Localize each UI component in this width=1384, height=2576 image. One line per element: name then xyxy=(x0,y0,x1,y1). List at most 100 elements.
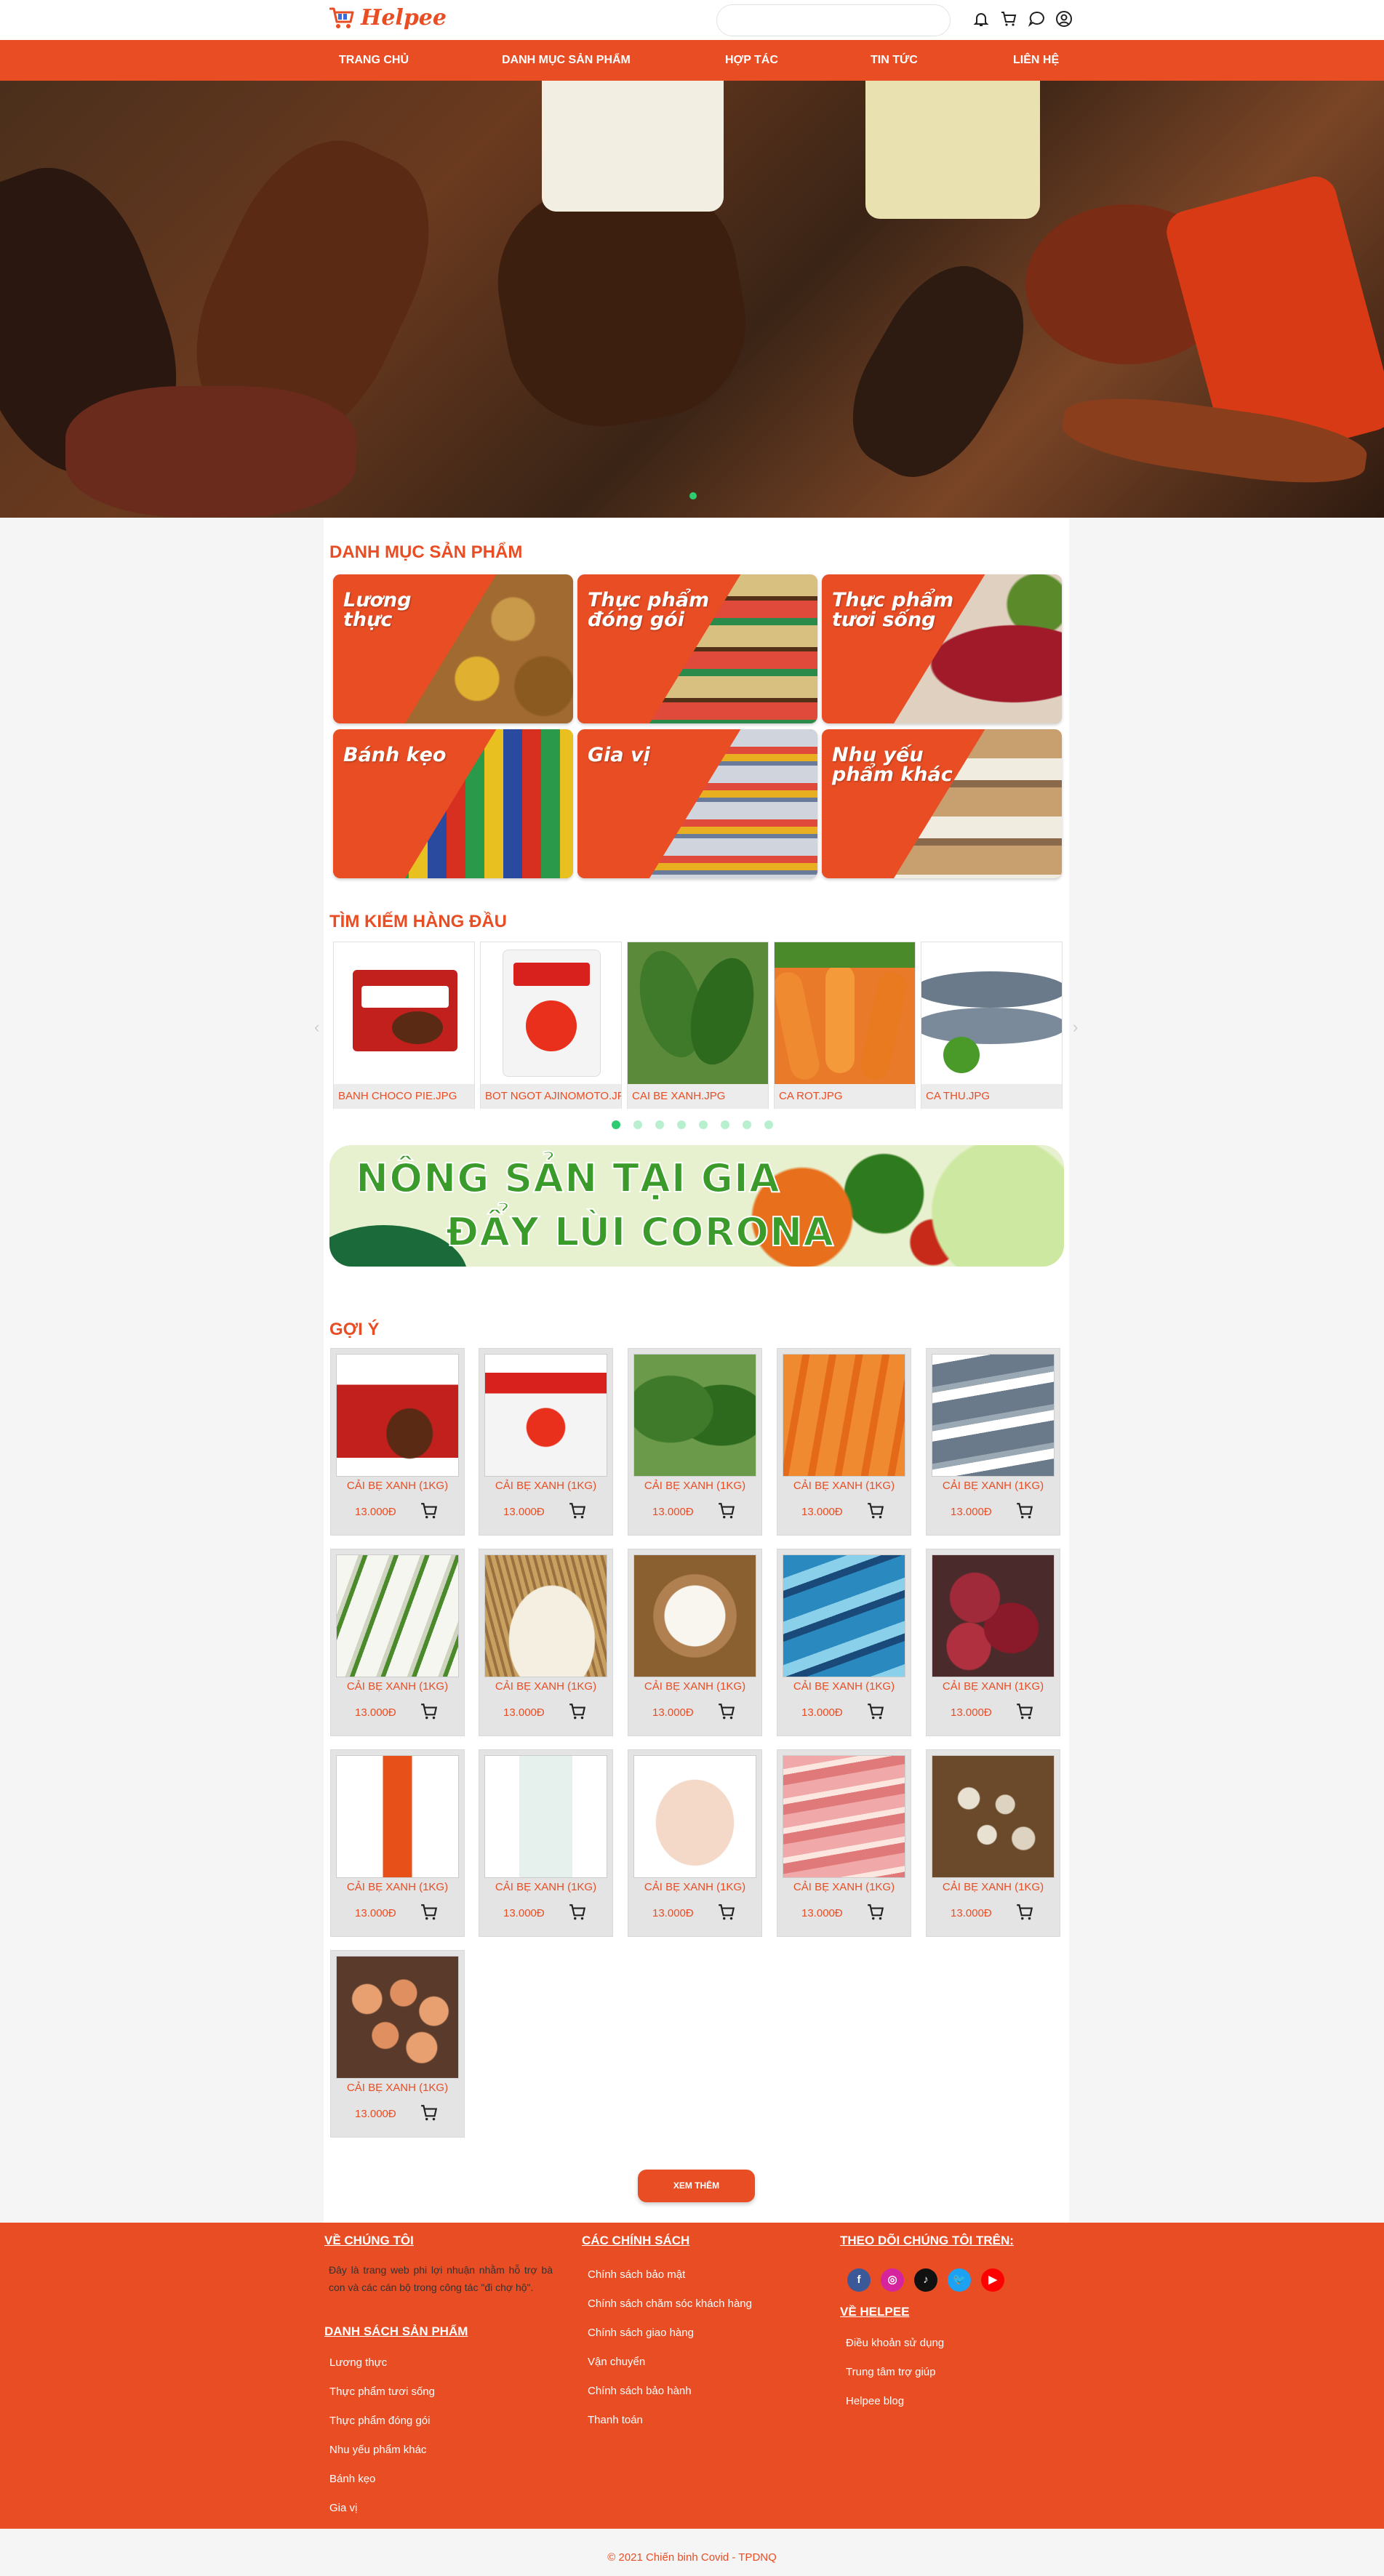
user-icon[interactable] xyxy=(1055,10,1073,28)
footer-link[interactable]: Gia vị xyxy=(329,2502,357,2514)
footer-link[interactable]: Thực phẩm đóng gói xyxy=(329,2415,430,2427)
promo-line-1: NÔNG SẢN TẠI GIA xyxy=(355,1155,780,1202)
category-card-thuc-pham-tuoi-song[interactable]: Thực phẩm tươi sống xyxy=(822,574,1062,723)
hero-banner[interactable] xyxy=(0,81,1384,518)
product-price: 13.000Đ xyxy=(503,1506,545,1518)
product-card[interactable]: CẢI BẸ XANH (1KG) 13.000Đ xyxy=(926,1549,1060,1736)
product-card[interactable]: CẢI BẸ XANH (1KG) 13.000Đ xyxy=(777,1749,911,1937)
cart-icon[interactable] xyxy=(1000,10,1017,28)
add-to-cart-icon[interactable] xyxy=(866,1903,885,1922)
category-card-thuc-pham-dong-goi[interactable]: Thực phẩm đóng gói xyxy=(577,574,817,723)
add-to-cart-icon[interactable] xyxy=(420,1702,439,1721)
add-to-cart-icon[interactable] xyxy=(866,1702,885,1721)
product-card[interactable]: CẢI BẸ XANH (1KG) 13.000Đ xyxy=(330,1348,465,1536)
category-card-luong-thuc[interactable]: Lương thực xyxy=(333,574,573,723)
product-price: 13.000Đ xyxy=(951,1907,992,1919)
footer-link[interactable]: Vận chuyển xyxy=(588,2356,645,2368)
bell-icon[interactable] xyxy=(972,10,990,28)
footer-link[interactable]: Chính sách bảo mật xyxy=(588,2268,685,2281)
top-search-card[interactable]: CA ROT.JPG xyxy=(774,942,916,1109)
copyright: © 2021 Chiến binh Covid - TPDNQ xyxy=(607,2551,777,2564)
footer-link[interactable]: Chính sách bảo hành xyxy=(588,2385,692,2397)
footer-products-title: DANH SÁCH SẢN PHẨM xyxy=(324,2324,468,2338)
top-search-card[interactable]: CA THU.JPG xyxy=(921,942,1063,1109)
product-image-ajinomoto xyxy=(484,1354,607,1477)
pagination-dot[interactable] xyxy=(633,1120,642,1129)
category-card-banh-keo[interactable]: Bánh kẹo xyxy=(333,729,573,878)
instagram-icon[interactable]: ◎ xyxy=(881,2268,904,2292)
top-search-caption: CA ROT.JPG xyxy=(775,1084,915,1109)
chat-icon[interactable] xyxy=(1028,10,1045,28)
product-card[interactable]: CẢI BẸ XANH (1KG) 13.000Đ xyxy=(777,1549,911,1736)
footer-link[interactable]: Nhu yếu phẩm khác xyxy=(329,2444,426,2456)
nav-contact[interactable]: LIÊN HỆ xyxy=(1013,40,1059,81)
nav-partnership[interactable]: HỢP TÁC xyxy=(725,40,778,81)
add-to-cart-icon[interactable] xyxy=(420,2103,439,2122)
add-to-cart-icon[interactable] xyxy=(717,1903,736,1922)
add-to-cart-icon[interactable] xyxy=(1015,1501,1034,1520)
product-card[interactable]: CẢI BẸ XANH (1KG) 13.000Đ xyxy=(628,1749,762,1937)
add-to-cart-icon[interactable] xyxy=(717,1702,736,1721)
prev-arrow-icon[interactable]: ‹ xyxy=(314,1018,319,1037)
pagination-dot[interactable] xyxy=(743,1120,751,1129)
product-image-mustard-greens xyxy=(628,942,768,1084)
top-search-card[interactable]: CAI BE XANH.JPG xyxy=(627,942,769,1109)
footer-link[interactable]: Lương thực xyxy=(329,2356,387,2369)
add-to-cart-icon[interactable] xyxy=(568,1702,587,1721)
footer-link[interactable]: Chính sách chăm sóc khách hàng xyxy=(588,2298,752,2310)
product-card[interactable]: CẢI BẸ XANH (1KG) 13.000Đ xyxy=(777,1348,911,1536)
pagination-dot[interactable] xyxy=(699,1120,708,1129)
nav-home[interactable]: TRANG CHỦ xyxy=(339,40,409,81)
add-to-cart-icon[interactable] xyxy=(1015,1903,1034,1922)
nav-news[interactable]: TIN TỨC xyxy=(871,40,918,81)
youtube-icon[interactable]: ▶ xyxy=(981,2268,1004,2292)
product-card[interactable]: CẢI BẸ XANH (1KG) 13.000Đ xyxy=(330,1950,465,2138)
pagination-dot[interactable] xyxy=(677,1120,686,1129)
footer-link[interactable]: Chính sách giao hàng xyxy=(588,2327,694,2339)
hero-slide-dot[interactable] xyxy=(689,492,697,499)
product-card[interactable]: CẢI BẸ XANH (1KG) 13.000Đ xyxy=(479,1749,613,1937)
next-arrow-icon[interactable]: › xyxy=(1073,1018,1078,1037)
category-label: Lương thực xyxy=(343,589,412,631)
product-price: 13.000Đ xyxy=(652,1706,694,1719)
pagination-dot[interactable] xyxy=(612,1120,620,1129)
footer-link[interactable]: Bánh kẹo xyxy=(329,2473,375,2485)
see-more-button[interactable]: XEM THÊM xyxy=(638,2170,755,2202)
add-to-cart-icon[interactable] xyxy=(568,1903,587,1922)
add-to-cart-icon[interactable] xyxy=(420,1903,439,1922)
nav-categories[interactable]: DANH MỤC SẢN PHẨM xyxy=(502,40,631,81)
footer-link[interactable]: Thực phẩm tươi sống xyxy=(329,2386,435,2398)
promo-banner[interactable]: NÔNG SẢN TẠI GIA ĐẨY LÙI CORONA xyxy=(329,1145,1064,1267)
footer-link[interactable]: Thanh toán xyxy=(588,2414,643,2426)
add-to-cart-icon[interactable] xyxy=(866,1501,885,1520)
product-card[interactable]: CẢI BẸ XANH (1KG) 13.000Đ xyxy=(479,1348,613,1536)
product-card[interactable]: CẢI BẸ XANH (1KG) 13.000Đ xyxy=(628,1549,762,1736)
add-to-cart-icon[interactable] xyxy=(717,1501,736,1520)
product-card[interactable]: CẢI BẸ XANH (1KG) 13.000Đ xyxy=(330,1749,465,1937)
top-search-card[interactable]: BANH CHOCO PIE.JPG xyxy=(333,942,475,1109)
product-card[interactable]: CẢI BẸ XANH (1KG) 13.000Đ xyxy=(926,1749,1060,1937)
twitter-icon[interactable]: 🐦 xyxy=(948,2268,971,2292)
add-to-cart-icon[interactable] xyxy=(1015,1702,1034,1721)
add-to-cart-icon[interactable] xyxy=(568,1501,587,1520)
product-card[interactable]: CẢI BẸ XANH (1KG) 13.000Đ xyxy=(926,1348,1060,1536)
facebook-icon[interactable]: f xyxy=(847,2268,871,2292)
footer-link[interactable]: Helpee blog xyxy=(846,2395,904,2407)
top-search-card[interactable]: BOT NGOT AJINOMOTO.JPG xyxy=(480,942,622,1109)
footer-link[interactable]: Trung tâm trợ giúp xyxy=(846,2366,936,2378)
tiktok-icon-glyph: ♪ xyxy=(923,2274,929,2286)
category-card-nhu-yeu-pham-khac[interactable]: Nhu yếu phẩm khác xyxy=(822,729,1062,878)
category-card-gia-vi[interactable]: Gia vị xyxy=(577,729,817,878)
product-card[interactable]: CẢI BẸ XANH (1KG) 13.000Đ xyxy=(330,1549,465,1736)
search-input[interactable] xyxy=(716,4,951,36)
footer-link[interactable]: Điều khoản sử dụng xyxy=(846,2337,944,2349)
pagination-dot[interactable] xyxy=(655,1120,664,1129)
product-image-mackerel xyxy=(921,942,1062,1084)
product-card[interactable]: CẢI BẸ XANH (1KG) 13.000Đ xyxy=(479,1549,613,1736)
add-to-cart-icon[interactable] xyxy=(420,1501,439,1520)
logo[interactable]: Helpee xyxy=(327,3,447,32)
pagination-dot[interactable] xyxy=(764,1120,773,1129)
tiktok-icon[interactable]: ♪ xyxy=(914,2268,937,2292)
product-card[interactable]: CẢI BẸ XANH (1KG) 13.000Đ xyxy=(628,1348,762,1536)
pagination-dot[interactable] xyxy=(721,1120,729,1129)
